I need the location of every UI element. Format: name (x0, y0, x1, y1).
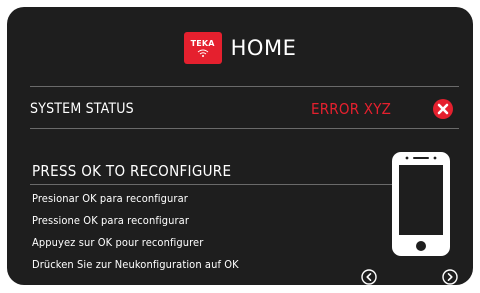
system-status-label: SYSTEM STATUS (30, 101, 134, 117)
wifi-icon (197, 49, 208, 57)
heading-underline (30, 184, 394, 185)
instruction-line-pt: Pressione OK para reconfigurar (32, 214, 190, 227)
status-error-value: ERROR XYZ (311, 100, 392, 118)
reconfigure-heading: PRESS OK TO RECONFIGURE (32, 162, 232, 180)
divider (30, 86, 459, 87)
instruction-line-es: Presionar OK para reconfigurar (32, 192, 188, 205)
header: TEKA HOME (7, 32, 473, 64)
app-title: HOME (230, 36, 297, 60)
teka-logo: TEKA (183, 32, 222, 64)
instruction-line-de: Drücken Sie zur Neukonfiguration auf OK (32, 258, 239, 271)
chevron-left-circle-icon[interactable] (361, 269, 377, 285)
chevron-right-circle-icon[interactable] (442, 269, 458, 285)
instruction-line-fr: Appuyez sur OK pour reconfigurer (32, 236, 204, 249)
device-screen: TEKA HOME SYSTEM STATUS ERROR XYZ PRESS … (7, 7, 473, 285)
logo-text: TEKA (190, 39, 215, 48)
divider (30, 128, 459, 129)
close-circle-icon[interactable] (433, 99, 453, 119)
smartphone-icon (392, 152, 450, 256)
